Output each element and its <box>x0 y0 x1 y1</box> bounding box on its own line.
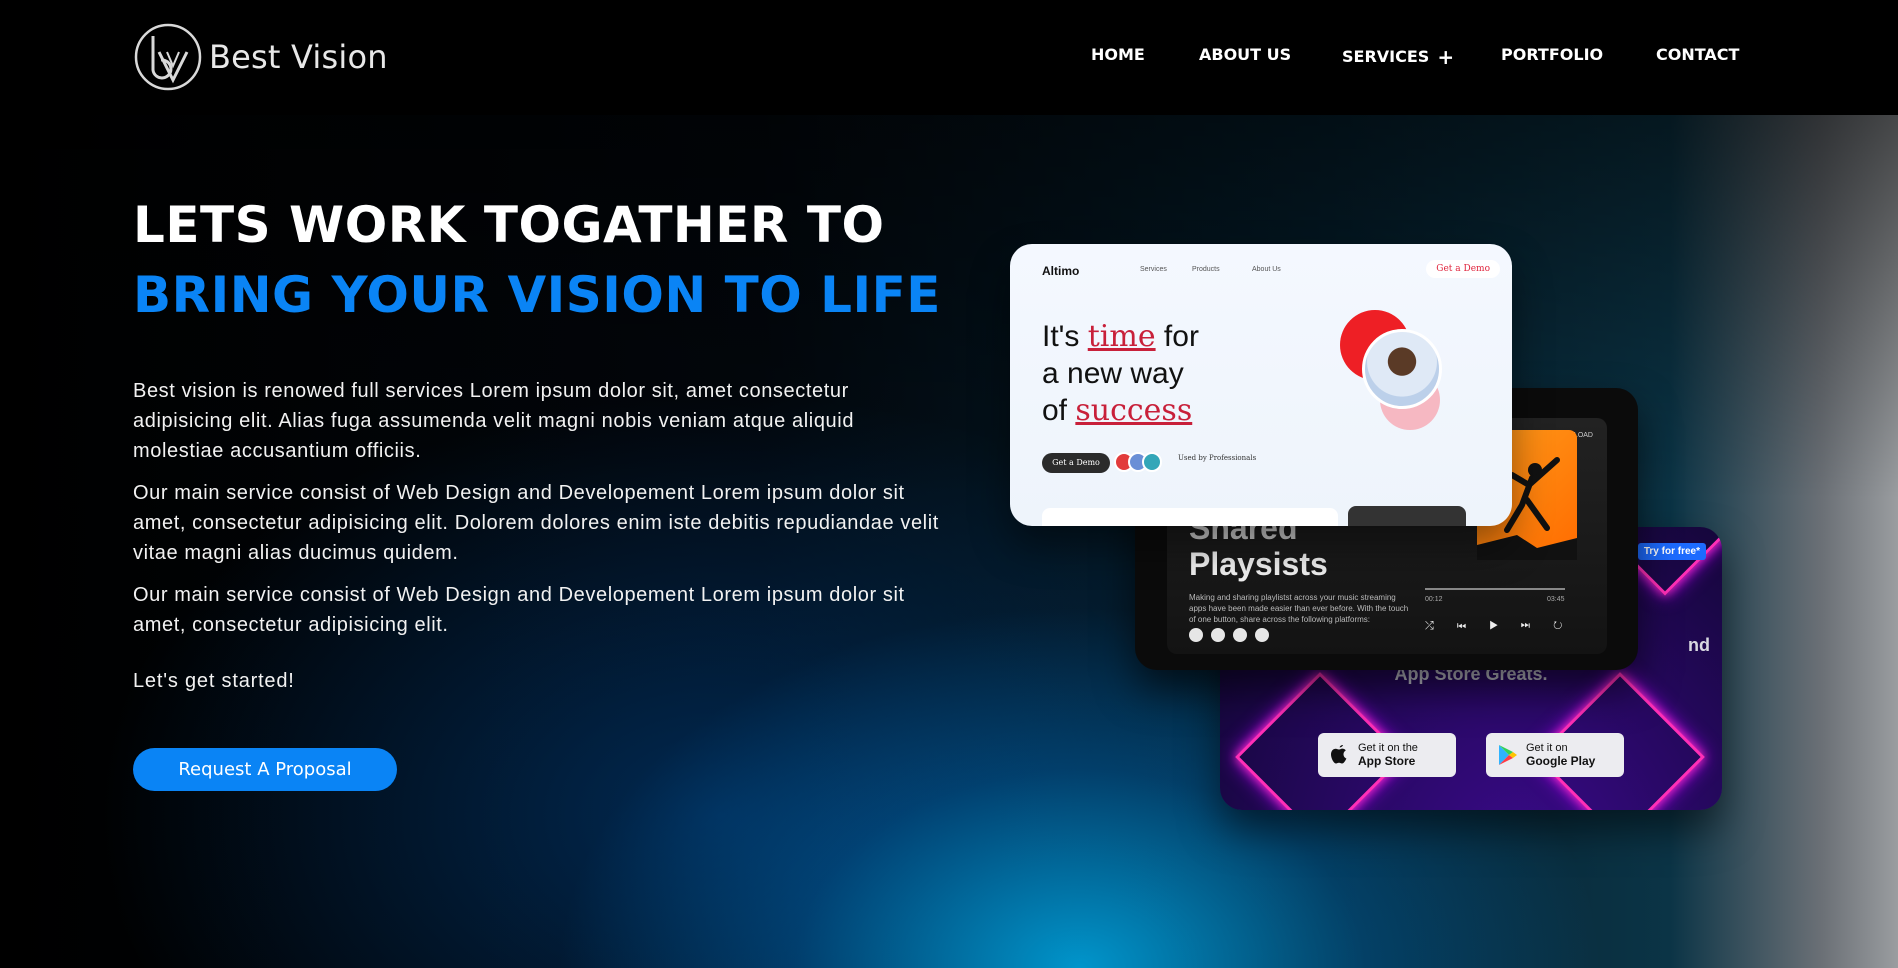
web-demo-top-button: Get a Demo <box>1426 260 1500 278</box>
try-free-badge: Try for free* <box>1637 543 1706 560</box>
logo[interactable]: Best Vision <box>133 22 388 92</box>
web-get-demo-button: Get a Demo <box>1042 453 1110 473</box>
web-brand: Altimo <box>1042 264 1080 278</box>
web-headline-line-2: a new way <box>1042 357 1184 390</box>
logo-mark-icon <box>134 23 202 91</box>
app-store-small: Get it on the <box>1358 742 1418 754</box>
web-bottom-card <box>1042 508 1338 526</box>
google-play-big: Google Play <box>1526 754 1596 768</box>
google-play-button: Get it on Google Play <box>1486 733 1624 777</box>
web-bottom-card-dark <box>1348 506 1466 526</box>
music-title-line-2: Playsists <box>1189 546 1328 582</box>
request-proposal-button[interactable]: Request A Proposal <box>133 748 397 791</box>
web-link-services: Services <box>1140 266 1167 273</box>
nav-about-us[interactable]: ABOUT US <box>1199 45 1291 64</box>
hero-paragraph: Best vision is renowed full services Lor… <box>133 380 855 462</box>
apple-music-icon <box>1189 628 1203 642</box>
hero-heading: LETS WORK TOGATHER TO BRING YOUR VISION … <box>133 190 953 330</box>
app-store-button: Get it on the App Store <box>1318 733 1456 777</box>
music-time-start: 00:12 <box>1425 596 1443 603</box>
nav-services[interactable]: SERVICES + <box>1342 45 1454 69</box>
youtube-icon <box>1255 628 1269 642</box>
web-link-products: Products <box>1192 266 1220 273</box>
music-controls: ⤮ ⏮ ▶ ⏭ ↻ <box>1425 620 1573 632</box>
plus-icon: + <box>1437 45 1455 69</box>
web-headline-text: It's <box>1042 320 1088 353</box>
app-store-big: App Store <box>1358 754 1416 768</box>
web-headline-accent: success <box>1075 393 1193 428</box>
platform-icons <box>1189 628 1269 642</box>
heading-line-1: LETS WORK TOGATHER TO <box>133 196 885 254</box>
spotify-icon <box>1211 628 1225 642</box>
nav-services-label: SERVICES <box>1342 47 1430 66</box>
get-started-text: Let's get started! <box>133 670 295 692</box>
hero-paragraphs: Best vision is renowed full services Lor… <box>133 376 953 640</box>
web-used-by: Used by Professionals <box>1178 454 1257 462</box>
hero-paragraph: Our main service consist of Web Design a… <box>133 584 905 636</box>
hero-paragraph: Our main service consist of Web Design a… <box>133 482 939 564</box>
web-headline-text: of <box>1042 394 1076 427</box>
music-progress-bar <box>1425 588 1565 590</box>
google-play-small: Get it on <box>1526 742 1568 754</box>
logo-text: Best Vision <box>209 38 388 76</box>
web-headline-accent: time <box>1087 319 1156 354</box>
site-header: Best Vision HOME ABOUT US SERVICES + PORT… <box>0 0 1898 115</box>
web-headline-text: for <box>1155 320 1199 353</box>
app-partial-text: nd <box>1688 635 1710 655</box>
web-headline: It's time for a new way of success <box>1042 318 1199 429</box>
itunes-icon <box>1233 628 1247 642</box>
web-avatar-group <box>1114 452 1162 472</box>
nav-home[interactable]: HOME <box>1091 45 1145 64</box>
web-link-about: About Us <box>1252 266 1281 273</box>
music-description: Making and sharing playlistst across you… <box>1189 593 1409 624</box>
hero-copy: LETS WORK TOGATHER TO BRING YOUR VISION … <box>133 190 953 791</box>
google-play-icon <box>1499 745 1517 765</box>
web-portrait <box>1362 329 1442 409</box>
music-time-end: 03:45 <box>1547 596 1565 603</box>
avatar <box>1142 452 1162 472</box>
heading-line-2: BRING YOUR VISION TO LIFE <box>133 266 941 324</box>
apple-icon <box>1331 745 1347 764</box>
nav-contact[interactable]: CONTACT <box>1656 45 1739 64</box>
website-mockup: Altimo Services Products About Us Get a … <box>1010 244 1512 526</box>
nav-portfolio[interactable]: PORTFOLIO <box>1501 45 1603 64</box>
